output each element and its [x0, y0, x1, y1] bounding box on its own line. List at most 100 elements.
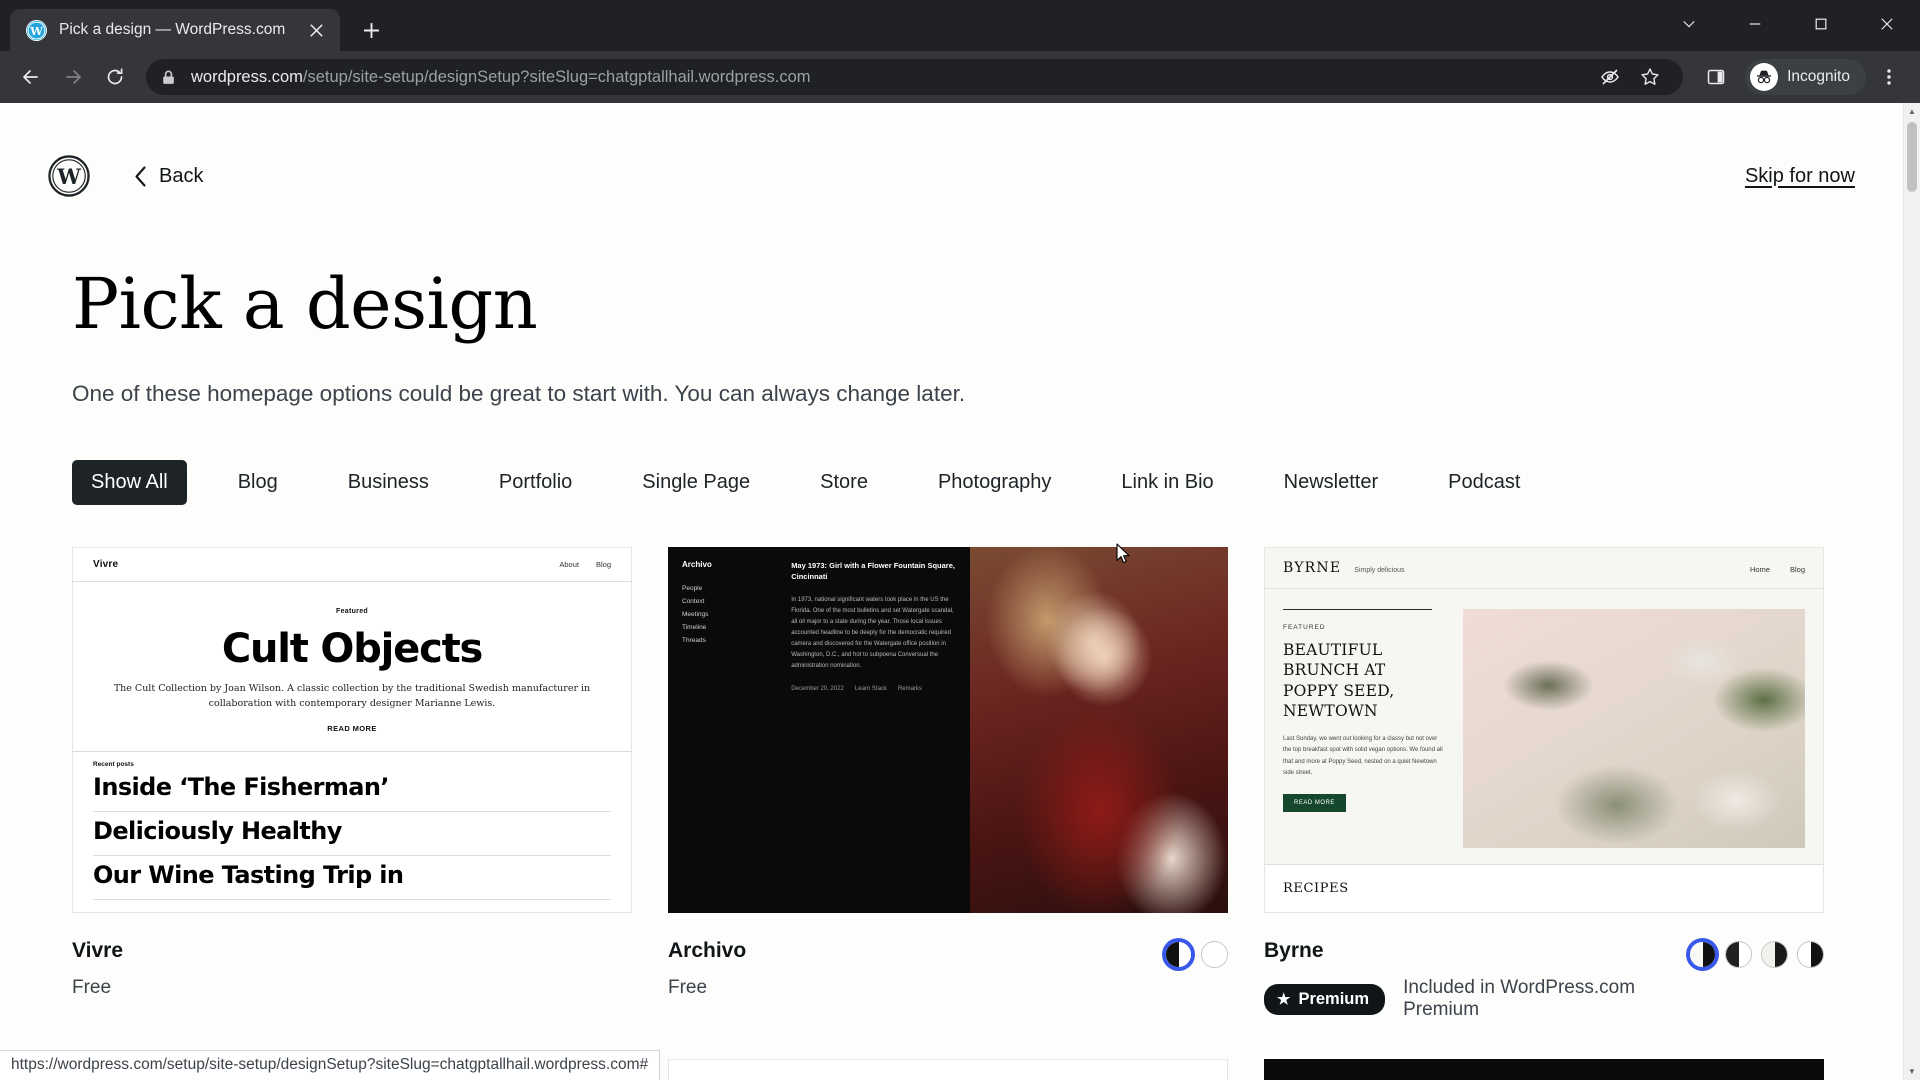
theme-card-vivre[interactable]: Vivre About Blog Featured Cult Objects T…: [72, 547, 632, 1021]
svg-text:W: W: [56, 164, 81, 189]
minimize-icon[interactable]: [1722, 0, 1788, 48]
window-controls: [1656, 0, 1920, 48]
filter-newsletter[interactable]: Newsletter: [1265, 460, 1397, 505]
byrne-section-title: RECIPES: [1283, 881, 1349, 896]
browser-window: W Pick a design — WordPress.com wordpres…: [0, 0, 1920, 1080]
theme-preview-archivo[interactable]: Archivo People Context Meetings Timeline…: [668, 547, 1228, 913]
swatch-half-right: [1178, 942, 1191, 967]
color-swatch[interactable]: [1689, 941, 1716, 968]
page-subtitle: One of these homepage options could be g…: [72, 381, 966, 406]
forward-arrow-icon[interactable]: [54, 58, 92, 96]
theme-preview-partial[interactable]: [1264, 1059, 1824, 1080]
swatch-half-left: [1166, 942, 1179, 967]
theme-card-byrne[interactable]: BYRNE Simply delicious Home Blog FEATURE…: [1264, 547, 1824, 1021]
byrne-featured-section: FEATURED BEAUTIFUL BRUNCH AT POPPY SEED,…: [1265, 589, 1823, 848]
theme-preview-partial[interactable]: [668, 1059, 1228, 1080]
category-filter-bar: Show All Blog Business Portfolio Single …: [72, 460, 1831, 505]
archivo-post-tag: Learn Stack: [854, 686, 887, 693]
color-swatch[interactable]: [1761, 941, 1788, 968]
swatch-half-left: [1202, 942, 1215, 967]
incognito-indicator[interactable]: Incognito: [1745, 59, 1866, 95]
archivo-post-body: In 1973, national significant waters too…: [791, 596, 954, 670]
filter-blog[interactable]: Blog: [219, 460, 297, 505]
swatch-half-right: [1738, 942, 1751, 967]
scroll-up-arrow-icon[interactable]: ▲: [1904, 103, 1920, 120]
byrne-body: Last Sunday, we went out looking for a c…: [1283, 735, 1443, 776]
wordpress-icon: W: [26, 19, 47, 41]
new-tab-icon[interactable]: [354, 13, 388, 47]
chevron-left-icon: [134, 165, 147, 187]
swatch-half-left: [1726, 942, 1739, 967]
byrne-nav-blog: Blog: [1789, 565, 1805, 574]
color-swatch[interactable]: [1797, 941, 1824, 968]
archivo-menu-item: Timeline: [682, 624, 707, 631]
archivo-menu-item: People: [682, 585, 703, 592]
url-host: wordpress.com: [191, 67, 303, 86]
filter-portfolio[interactable]: Portfolio: [480, 460, 591, 505]
filter-store[interactable]: Store: [801, 460, 887, 505]
vivre-read-more: READ MORE: [327, 724, 377, 734]
byrne-headline: BEAUTIFUL BRUNCH AT POPPY SEED, NEWTOWN: [1283, 641, 1395, 721]
back-button[interactable]: Back: [134, 165, 203, 188]
close-icon[interactable]: [304, 18, 328, 42]
archivo-post: May 1973: Girl with a Flower Fountain Sq…: [791, 547, 970, 913]
side-panel-icon[interactable]: [1697, 58, 1735, 96]
incognito-label: Incognito: [1787, 68, 1850, 85]
star-icon[interactable]: [1631, 58, 1669, 96]
archivo-menu-item: Context: [682, 598, 705, 605]
filter-photography[interactable]: Photography: [919, 460, 1070, 505]
theme-card-archivo[interactable]: Archivo People Context Meetings Timeline…: [668, 547, 1228, 1021]
browser-toolbar: wordpress.com/setup/site-setup/designSet…: [0, 51, 1920, 103]
wordpress-logo: W: [48, 155, 90, 197]
vivre-nav-links: About Blog: [559, 560, 611, 569]
eye-slash-icon[interactable]: [1591, 58, 1629, 96]
minimize-to-tray-icon[interactable]: [1656, 0, 1722, 48]
theme-preview-vivre[interactable]: Vivre About Blog Featured Cult Objects T…: [72, 547, 632, 913]
theme-color-swatches: [1165, 941, 1228, 968]
archivo-post-tag: Remarks: [897, 686, 922, 693]
color-swatch[interactable]: [1165, 941, 1192, 968]
swatch-half-right: [1810, 942, 1823, 967]
reload-icon[interactable]: [96, 58, 134, 96]
filter-link-in-bio[interactable]: Link in Bio: [1102, 460, 1232, 505]
browser-tab[interactable]: W Pick a design — WordPress.com: [10, 9, 340, 51]
lock-icon: [160, 69, 177, 86]
url-path: /setup/site-setup/designSetup?siteSlug=c…: [302, 67, 811, 86]
maximize-icon[interactable]: [1788, 0, 1854, 48]
star-icon: ★: [1277, 990, 1291, 1008]
archivo-menu-item: Meetings: [682, 611, 709, 618]
vivre-recent-label: Recent posts: [93, 761, 134, 769]
incognito-hat-icon: [1750, 63, 1779, 91]
byrne-nav-home: Home: [1749, 565, 1770, 574]
swatch-half-right: [1214, 942, 1227, 967]
archivo-post-footer: December 20, 2022 Learn Stack Remarks: [791, 686, 958, 692]
scrollbar-thumb[interactable]: [1907, 122, 1917, 192]
skip-for-now-link[interactable]: Skip for now: [1745, 165, 1855, 188]
close-window-icon[interactable]: [1854, 0, 1920, 48]
theme-meta-text: Archivo Free: [668, 939, 1165, 999]
back-arrow-icon[interactable]: [12, 58, 50, 96]
filter-single-page[interactable]: Single Page: [623, 460, 769, 505]
url-text: wordpress.com/setup/site-setup/designSet…: [191, 68, 1577, 87]
byrne-eyebrow: FEATURED: [1283, 624, 1326, 631]
filter-show-all[interactable]: Show All: [72, 460, 187, 505]
three-dot-menu-icon[interactable]: [1870, 58, 1908, 96]
address-bar[interactable]: wordpress.com/setup/site-setup/designSet…: [146, 58, 1684, 96]
vivre-post-1: Inside ‘The Fisherman’: [93, 768, 611, 813]
theme-preview-byrne[interactable]: BYRNE Simply delicious Home Blog FEATURE…: [1264, 547, 1824, 913]
filter-business[interactable]: Business: [329, 460, 448, 505]
tab-strip: W Pick a design — WordPress.com: [0, 0, 1920, 51]
color-swatch[interactable]: [1725, 941, 1752, 968]
vivre-description: The Cult Collection by Joan Wilson. A cl…: [113, 683, 591, 709]
byrne-site-mock: BYRNE Simply delicious Home Blog FEATURE…: [1265, 548, 1823, 912]
theme-name: Vivre: [72, 939, 123, 962]
color-swatch[interactable]: [1201, 941, 1228, 968]
theme-meta-text: Vivre Free: [72, 939, 632, 999]
archivo-post-date: December 20, 2022: [791, 686, 844, 693]
scroll-down-arrow-icon[interactable]: ▼: [1904, 1063, 1920, 1080]
page-viewport: W Back Skip for now Pick a design One of…: [0, 103, 1920, 1080]
filter-podcast[interactable]: Podcast: [1429, 460, 1539, 505]
premium-label: Premium: [1298, 989, 1370, 1008]
theme-premium-row: ★ Premium Included in WordPress.com Prem…: [1264, 977, 1689, 1021]
page-scrollbar[interactable]: ▲ ▼: [1903, 103, 1920, 1080]
